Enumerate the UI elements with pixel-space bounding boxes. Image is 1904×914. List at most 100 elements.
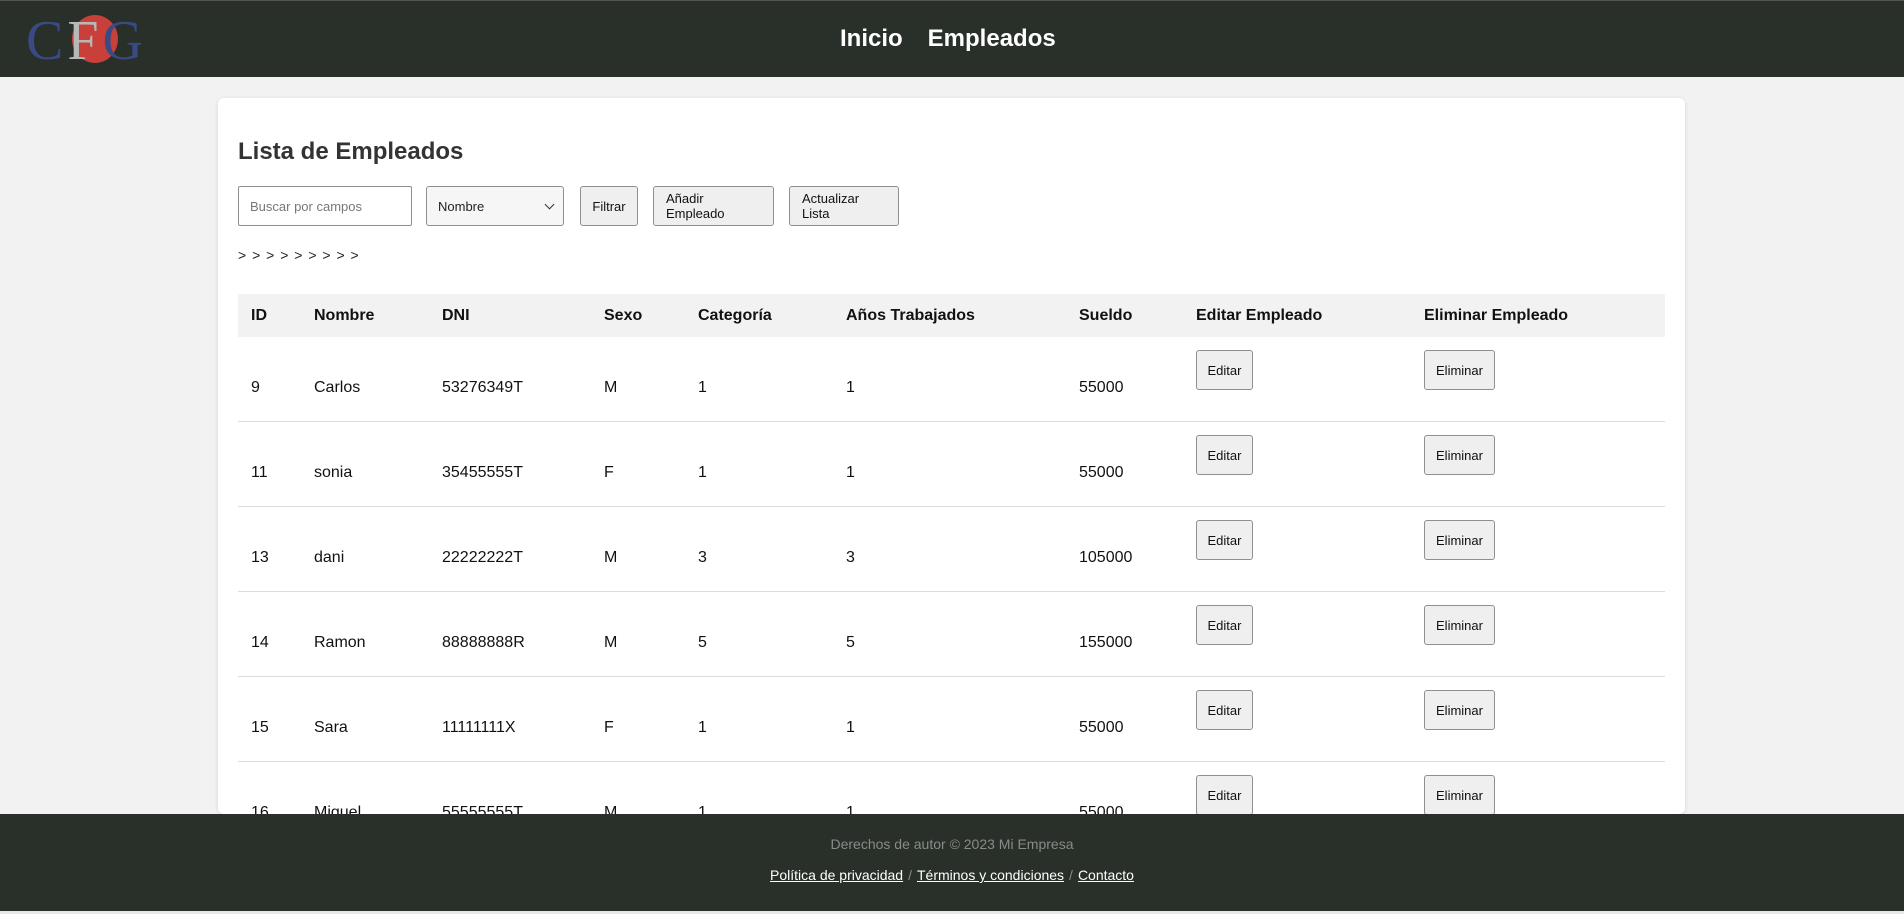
table-header: ID Nombre DNI Sexo Categoría Años Trabaj…	[238, 294, 1665, 337]
cell-id: 9	[251, 379, 260, 396]
cell-editar: Editar	[1183, 775, 1411, 814]
cell-dni: 53276349T	[442, 379, 523, 396]
cell-categoria: 1	[698, 719, 707, 736]
cell-eliminar: Eliminar	[1411, 435, 1665, 475]
site-footer: Derechos de autor © 2023 Mi Empresa Polí…	[0, 814, 1904, 914]
cell-categoria: 1	[698, 804, 707, 814]
cell-sueldo: 55000	[1079, 804, 1124, 814]
delete-employee-button[interactable]: Eliminar	[1424, 520, 1495, 560]
employee-list-card: Lista de Empleados Nombre Filtrar Añadir…	[218, 98, 1685, 814]
cell-editar: Editar	[1183, 605, 1411, 645]
cell-sexo: M	[604, 634, 618, 651]
pagination-links[interactable]: > > > > > > > > >	[238, 247, 360, 263]
cell-id: 11	[251, 464, 268, 481]
cell-dni: 88888888R	[442, 634, 525, 651]
cell-anos: 3	[846, 549, 855, 566]
column-header-sueldo: Sueldo	[1079, 306, 1133, 324]
cell-anos: 1	[846, 804, 855, 814]
column-header-anos: Años Trabajados	[846, 306, 975, 324]
cell-id: 14	[251, 634, 269, 651]
table-row: 13 dani 22222222T M 3 3 105000 Editar El…	[238, 507, 1665, 592]
cell-categoria: 5	[698, 634, 707, 651]
cell-sexo: M	[604, 379, 618, 396]
delete-employee-button[interactable]: Eliminar	[1424, 775, 1495, 814]
cell-categoria: 1	[698, 379, 707, 396]
cell-sueldo: 155000	[1079, 634, 1133, 651]
cell-id: 16	[251, 804, 269, 814]
edit-employee-button[interactable]: Editar	[1196, 605, 1253, 645]
cell-editar: Editar	[1183, 435, 1411, 475]
footer-links: Política de privacidad / Términos y condic…	[0, 867, 1904, 883]
cell-editar: Editar	[1183, 350, 1411, 390]
cell-dni: 35455555T	[442, 464, 523, 481]
column-header-eliminar: Eliminar Empleado	[1424, 306, 1569, 324]
filter-field-select-value: Nombre	[438, 198, 485, 214]
footer-link-terms[interactable]: Términos y condiciones	[917, 867, 1064, 883]
cell-nombre: dani	[314, 549, 345, 566]
filter-field-select[interactable]: Nombre	[426, 186, 564, 226]
delete-employee-button[interactable]: Eliminar	[1424, 435, 1495, 475]
column-header-editar: Editar Empleado	[1196, 306, 1323, 324]
delete-employee-button[interactable]: Eliminar	[1424, 605, 1495, 645]
edit-employee-button[interactable]: Editar	[1196, 775, 1253, 814]
add-employee-button[interactable]: Añadir Empleado	[653, 186, 774, 226]
delete-employee-button[interactable]: Eliminar	[1424, 350, 1495, 390]
table-row: 16 Miguel 55555555T M 1 1 55000 Editar E…	[238, 762, 1665, 814]
table-row: 15 Sara 11111111X F 1 1 55000 Editar Eli…	[238, 677, 1665, 762]
cell-editar: Editar	[1183, 690, 1411, 730]
cell-editar: Editar	[1183, 520, 1411, 560]
cell-eliminar: Eliminar	[1411, 690, 1665, 730]
logo-text: CFG	[26, 10, 143, 72]
cell-sexo: M	[604, 549, 618, 566]
column-header-categoria: Categoría	[698, 306, 772, 324]
footer-separator: /	[1069, 867, 1073, 883]
cell-id: 13	[251, 549, 269, 566]
cell-eliminar: Eliminar	[1411, 775, 1665, 814]
search-input[interactable]	[238, 186, 412, 226]
cell-eliminar: Eliminar	[1411, 350, 1665, 390]
cell-sueldo: 55000	[1079, 464, 1124, 481]
edit-employee-button[interactable]: Editar	[1196, 690, 1253, 730]
footer-link-contact[interactable]: Contacto	[1078, 867, 1134, 883]
copyright-text: Derechos de autor © 2023 Mi Empresa	[830, 836, 1074, 852]
cell-nombre: Miguel	[314, 804, 362, 814]
cell-sexo: M	[604, 804, 618, 814]
cell-nombre: Carlos	[314, 379, 361, 396]
cell-anos: 5	[846, 634, 855, 651]
edit-employee-button[interactable]: Editar	[1196, 435, 1253, 475]
cell-sueldo: 55000	[1079, 379, 1124, 396]
toolbar: Nombre Filtrar Añadir Empleado Actualiza…	[238, 186, 899, 226]
delete-employee-button[interactable]: Eliminar	[1424, 690, 1495, 730]
cell-dni: 22222222T	[442, 549, 523, 566]
column-header-id: ID	[251, 306, 267, 324]
refresh-list-button[interactable]: Actualizar Lista	[789, 186, 899, 226]
cell-dni: 55555555T	[442, 804, 523, 814]
cell-sueldo: 55000	[1079, 719, 1124, 736]
cell-nombre: Ramon	[314, 634, 366, 651]
nav-link-inicio[interactable]: Inicio	[840, 25, 903, 53]
cell-dni: 11111111X	[442, 719, 516, 736]
nav-link-empleados[interactable]: Empleados	[928, 25, 1056, 53]
cell-nombre: sonia	[314, 464, 353, 481]
table-row: 14 Ramon 88888888R M 5 5 155000 Editar E…	[238, 592, 1665, 677]
cell-anos: 1	[846, 464, 855, 481]
footer-separator: /	[908, 867, 912, 883]
cell-id: 15	[251, 719, 269, 736]
main-nav: Inicio Empleados	[840, 25, 1056, 53]
edit-employee-button[interactable]: Editar	[1196, 350, 1253, 390]
cell-categoria: 1	[698, 464, 707, 481]
footer-link-privacy[interactable]: Política de privacidad	[770, 867, 903, 883]
cell-sexo: F	[604, 719, 614, 736]
column-header-dni: DNI	[442, 306, 470, 324]
cell-nombre: Sara	[314, 719, 348, 736]
cell-sueldo: 105000	[1079, 549, 1133, 566]
cell-anos: 1	[846, 379, 855, 396]
edit-employee-button[interactable]: Editar	[1196, 520, 1253, 560]
cell-eliminar: Eliminar	[1411, 520, 1665, 560]
filter-button[interactable]: Filtrar	[580, 186, 638, 226]
cell-sexo: F	[604, 464, 614, 481]
site-header: CFG Inicio Empleados	[0, 0, 1904, 77]
company-logo[interactable]: CFG	[26, 10, 166, 72]
column-header-sexo: Sexo	[604, 306, 643, 324]
cell-eliminar: Eliminar	[1411, 605, 1665, 645]
